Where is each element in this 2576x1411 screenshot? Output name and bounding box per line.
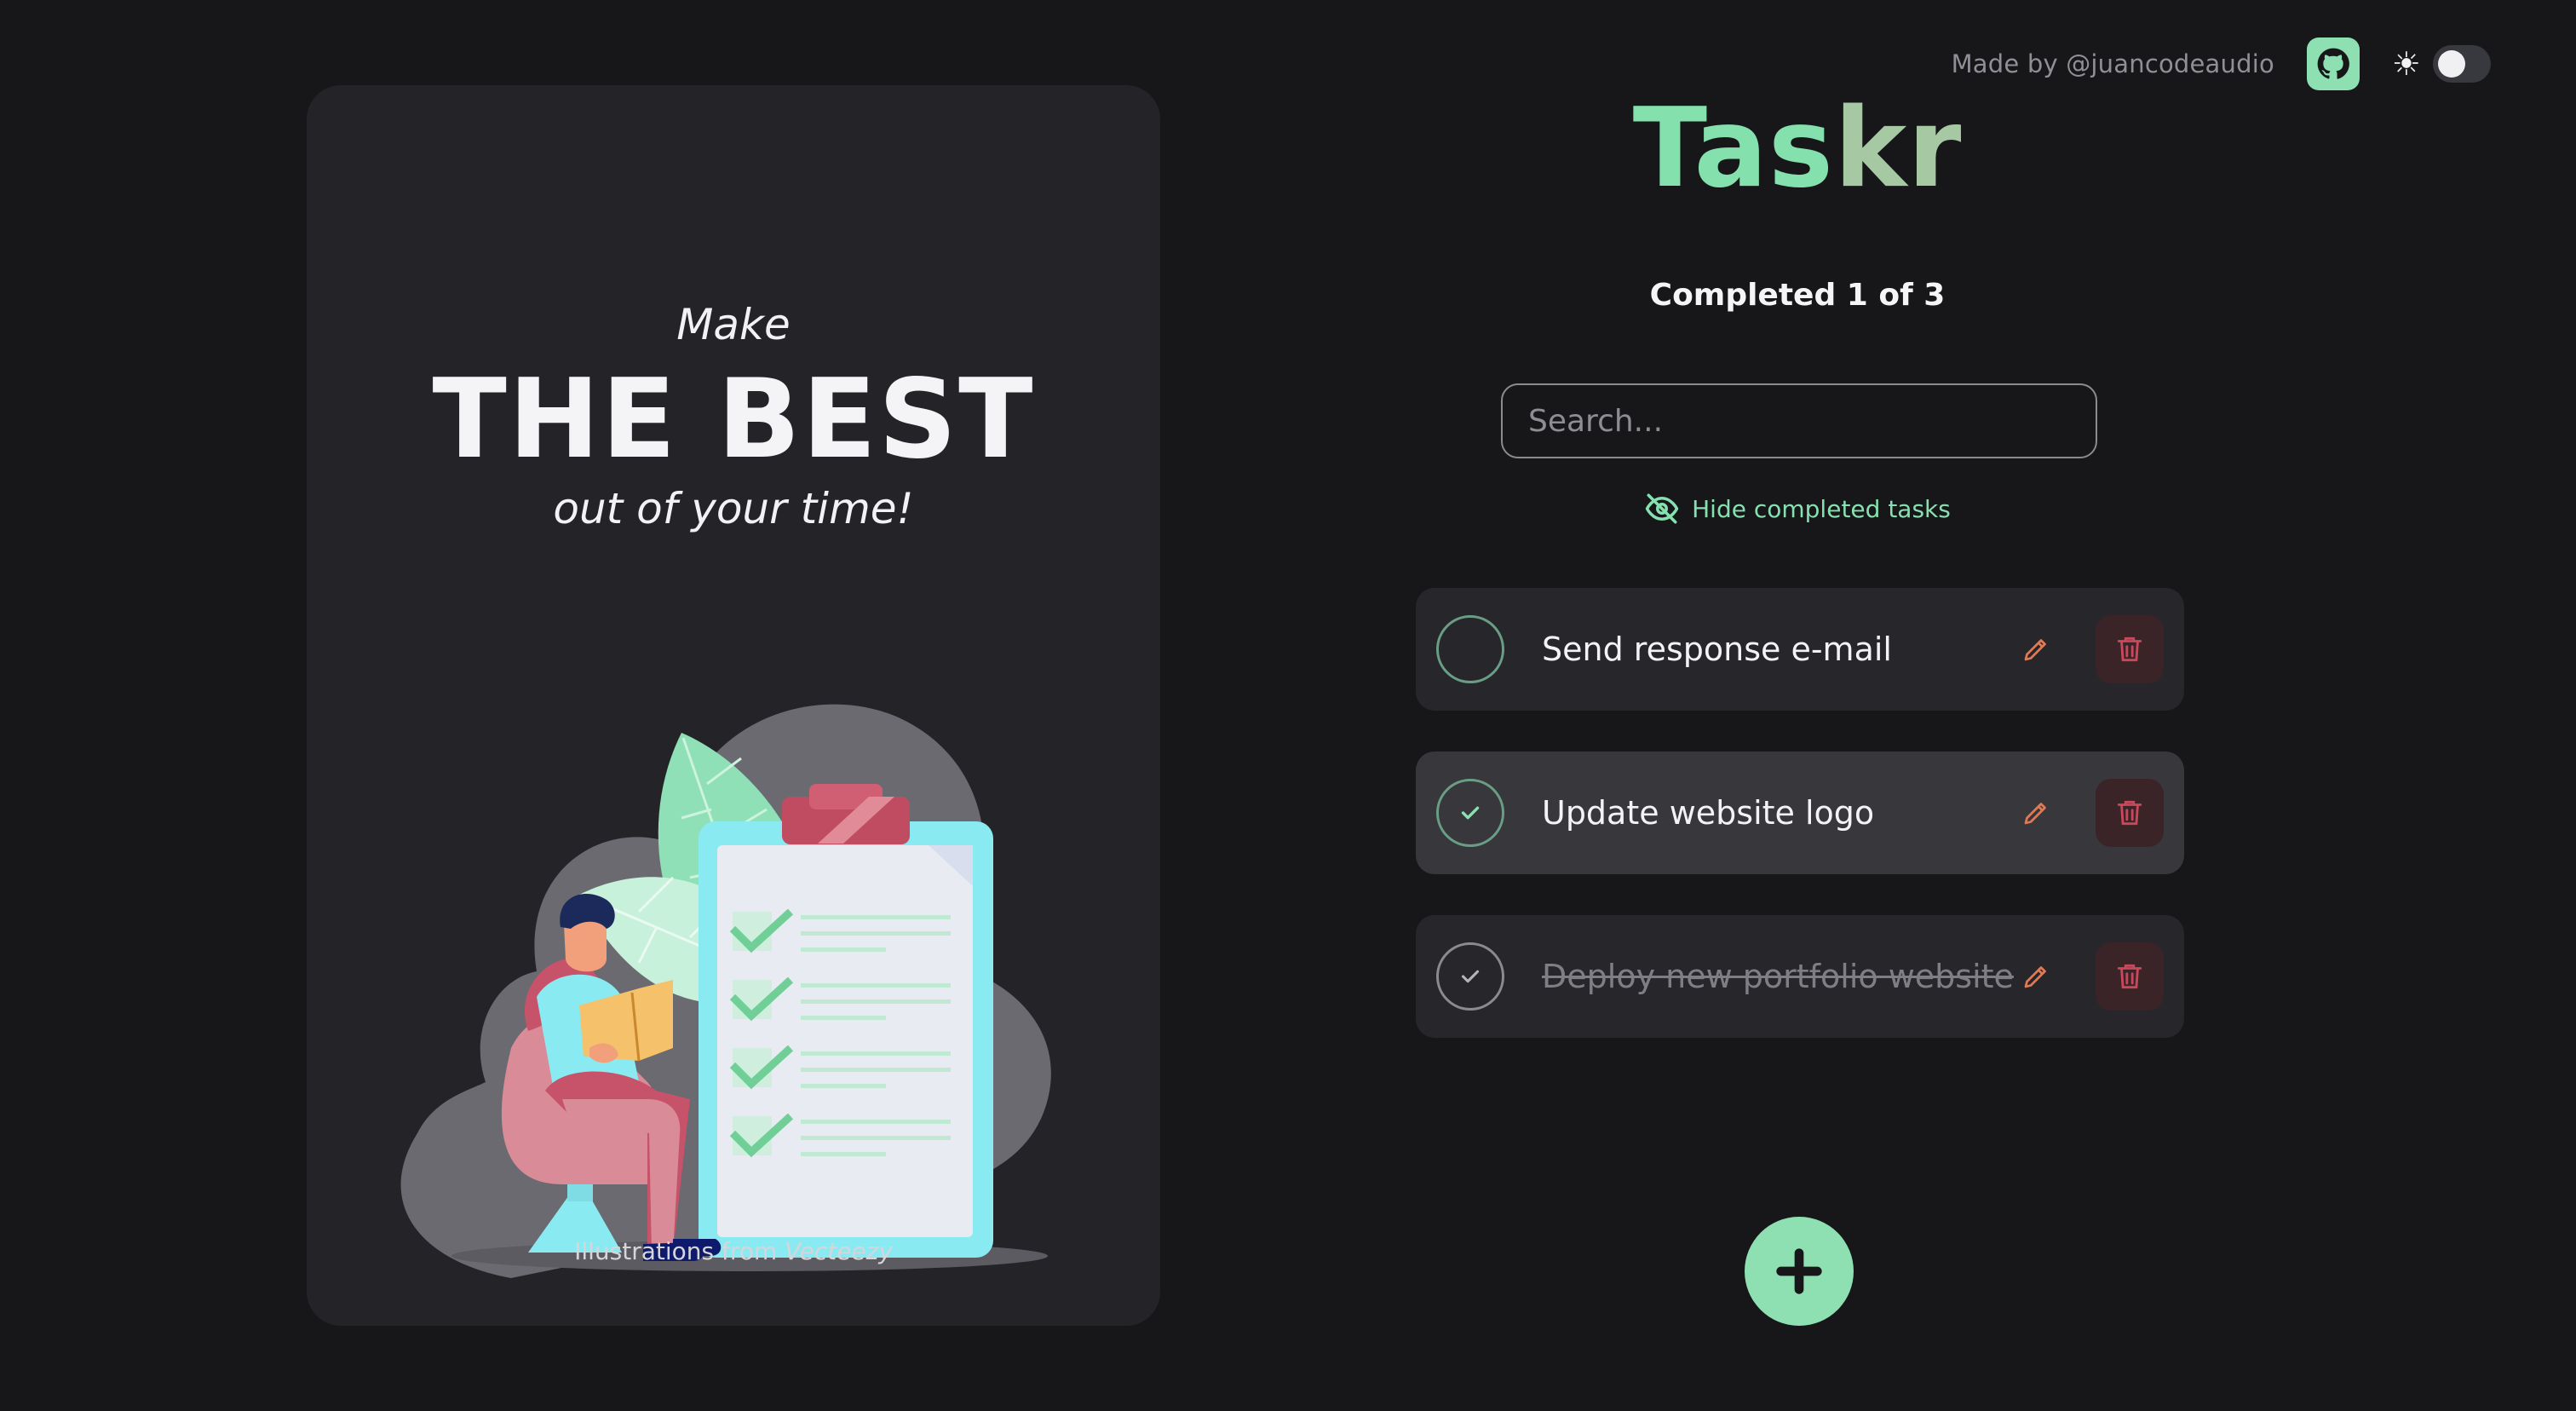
task-checkbox[interactable]: [1436, 942, 1504, 1011]
app-title-a: Tas: [1632, 85, 1835, 212]
productivity-illustration: [400, 704, 1051, 1278]
trash-icon: [2117, 964, 2142, 989]
credit-source-link[interactable]: Vecteezy: [785, 1237, 893, 1265]
sun-icon: ☀: [2391, 45, 2421, 83]
toggle-knob: [2438, 50, 2465, 78]
trash-icon: [2117, 636, 2142, 662]
delete-task-button[interactable]: [2096, 942, 2164, 1011]
pencil-icon: [2024, 966, 2046, 988]
hide-completed-label: Hide completed tasks: [1692, 494, 1951, 523]
top-bar: Made by @juancodeaudio ☀: [1952, 36, 2491, 92]
app-title: Taskr: [1286, 85, 2309, 212]
task-list: Send response e-mail Update website logo: [1416, 588, 2184, 1079]
trash-icon: [2117, 800, 2142, 826]
delete-task-button[interactable]: [2096, 779, 2164, 847]
plus-icon: [1776, 1248, 1822, 1294]
task-item: Update website logo: [1416, 752, 2184, 874]
edit-task-button[interactable]: [2012, 953, 2060, 1000]
task-text: Deploy new portfolio website: [1542, 958, 2014, 995]
app-title-b: kr: [1834, 85, 1963, 212]
task-text: Send response e-mail: [1542, 631, 1892, 668]
theme-toggle[interactable]: [2433, 45, 2491, 83]
credit-prefix: Illustrations from: [574, 1237, 778, 1265]
completed-counter: Completed 1 of 3: [1649, 278, 1946, 313]
eye-off-icon: [1645, 493, 1679, 524]
pencil-icon: [2024, 803, 2046, 825]
task-item: Send response e-mail: [1416, 588, 2184, 711]
task-item: Deploy new portfolio website: [1416, 915, 2184, 1038]
task-checkbox[interactable]: [1436, 779, 1504, 847]
edit-task-button[interactable]: [2012, 625, 2060, 673]
task-checkbox[interactable]: [1436, 615, 1504, 683]
illustration-credit: Illustrations from Vecteezy: [307, 1237, 1160, 1265]
theme-switcher: ☀: [2392, 45, 2491, 83]
promo-card: Make THE BEST out of your time! Illustra…: [307, 85, 1160, 1326]
delete-task-button[interactable]: [2096, 615, 2164, 683]
edit-task-button[interactable]: [2012, 789, 2060, 837]
promo-headline: THE BEST: [432, 356, 1035, 483]
github-icon: [2317, 48, 2349, 79]
made-by-credit: Made by @juancodeaudio: [1951, 49, 2274, 78]
add-task-button[interactable]: [1745, 1217, 1854, 1326]
promo-line-make: Make: [676, 300, 791, 349]
task-text: Update website logo: [1542, 794, 1875, 832]
pencil-icon: [2024, 639, 2046, 661]
taskr-app: Made by @juancodeaudio ☀ Make THE BEST o…: [0, 0, 2576, 1411]
check-icon: [1461, 970, 1480, 983]
github-link[interactable]: [2306, 37, 2360, 90]
check-icon: [1461, 806, 1480, 820]
hide-completed-toggle[interactable]: Hide completed tasks: [1286, 491, 2309, 527]
search-input[interactable]: [1501, 383, 2097, 458]
